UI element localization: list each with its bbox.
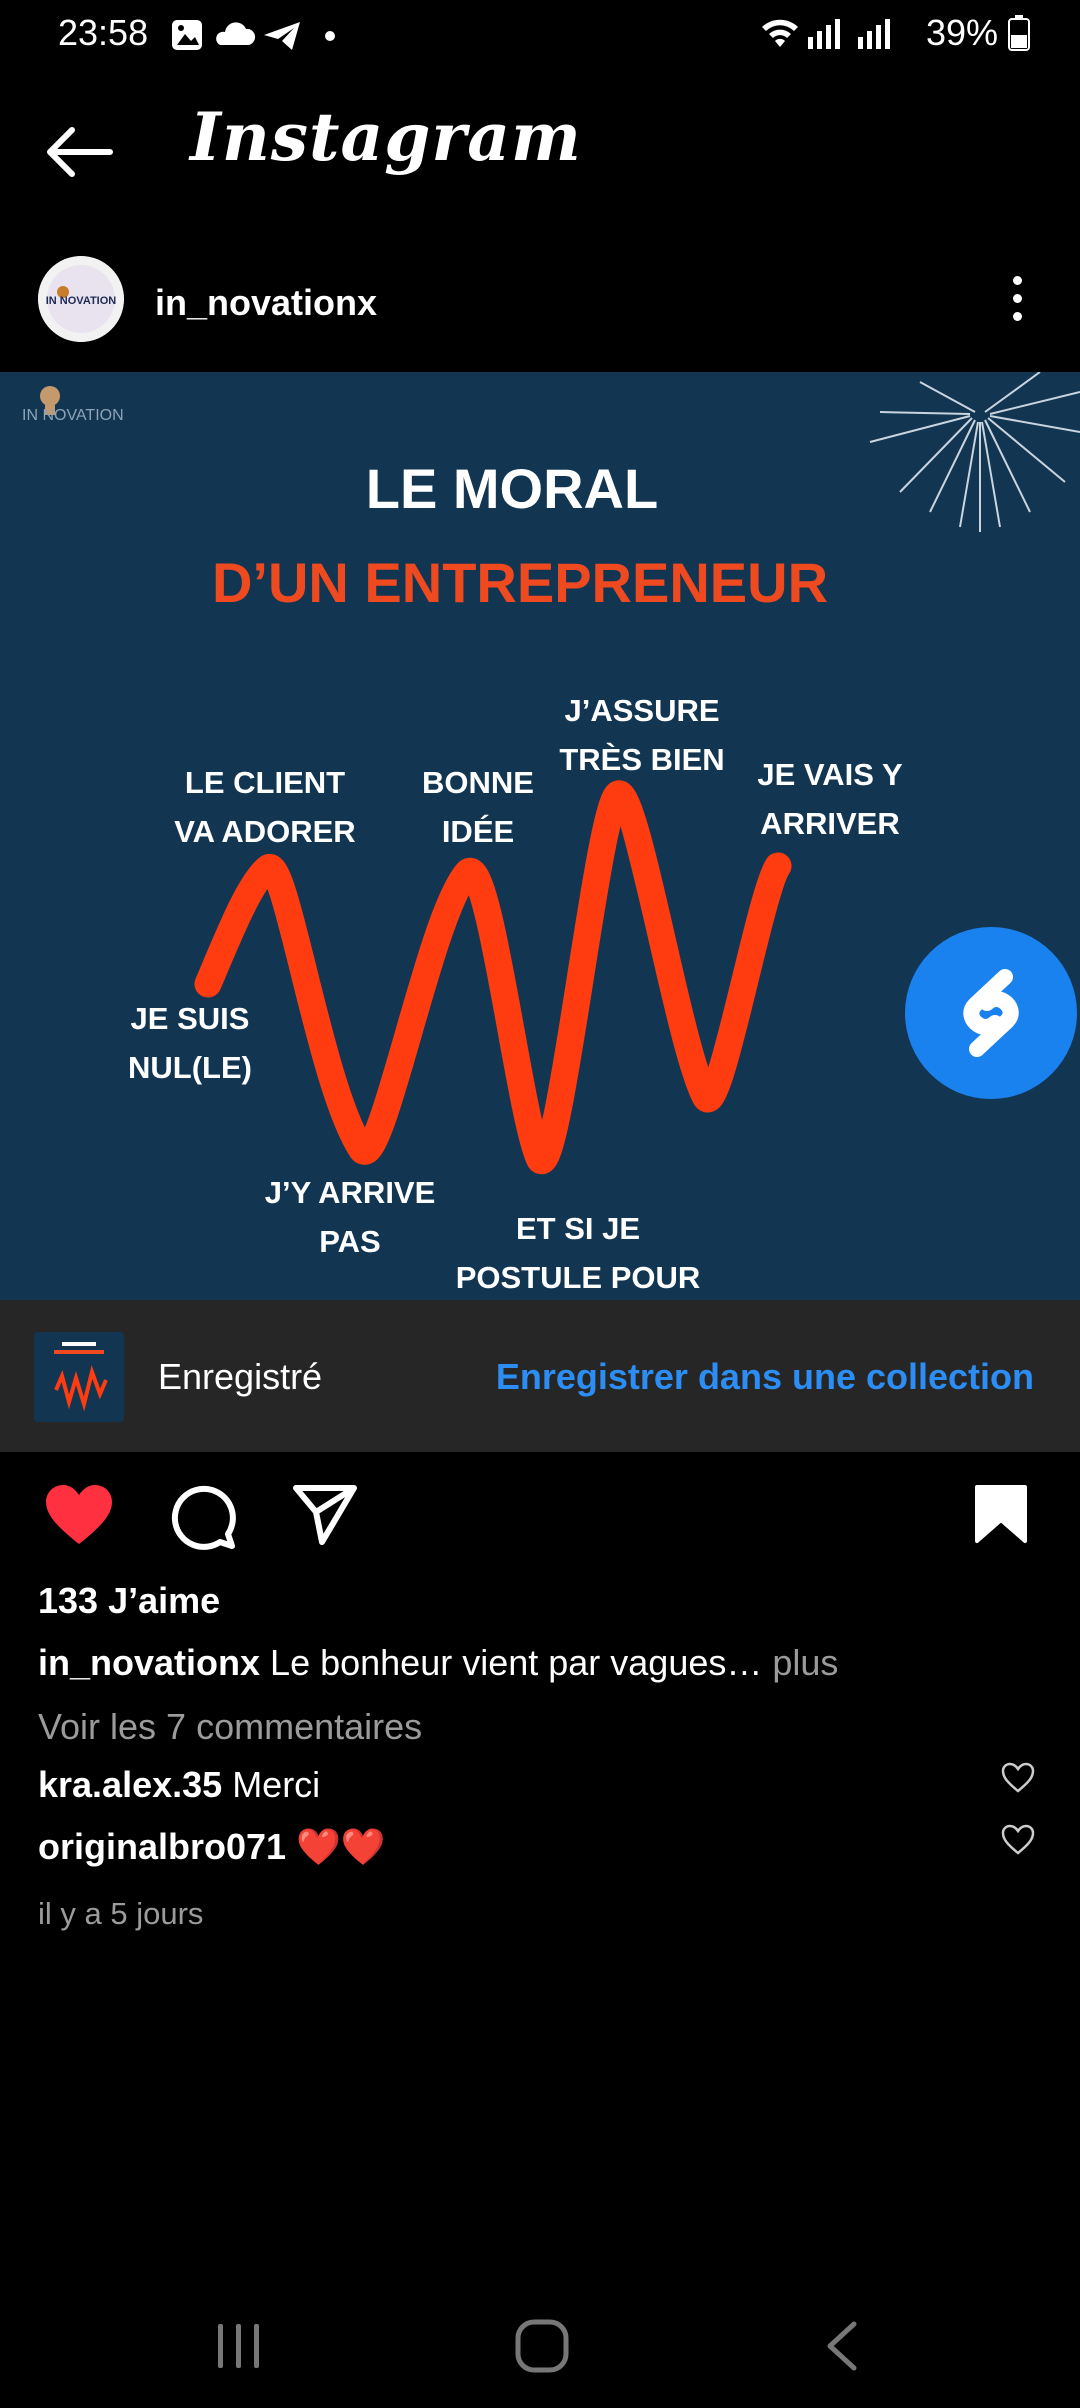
top-nav: Instagram	[0, 80, 1080, 220]
label-jassure: J’ASSURE TRÈS BIEN	[559, 693, 725, 777]
shazam-button[interactable]	[905, 927, 1077, 1099]
recent-apps-icon[interactable]	[214, 2320, 264, 2372]
system-back-icon[interactable]	[822, 2320, 862, 2372]
avatar[interactable]: IN NOVATION	[38, 256, 124, 342]
signal-icons	[761, 19, 890, 49]
post-time-ago: il y a 5 jours	[38, 1896, 204, 1931]
bookmark-saved-icon[interactable]	[974, 1484, 1028, 1544]
label-je-vais: JE VAIS Y ARRIVER	[757, 757, 903, 841]
post-username[interactable]: in_novationx	[155, 282, 377, 324]
saved-label: Enregistré	[158, 1356, 323, 1397]
saved-thumbnail	[34, 1332, 124, 1422]
battery-icon	[1008, 15, 1030, 51]
share-send-icon[interactable]	[292, 1484, 358, 1546]
shazam-icon	[963, 969, 1019, 1057]
battery-percent: 39%	[925, 12, 998, 53]
thumbnail-art	[34, 1332, 124, 1422]
comment-like-icon[interactable]	[1001, 1762, 1035, 1794]
comment-row: originalbro071 ❤️❤️	[38, 1826, 386, 1868]
home-icon[interactable]	[514, 2318, 570, 2374]
comment-username[interactable]: originalbro071	[38, 1826, 286, 1867]
save-to-collection-link[interactable]: Enregistrer dans une collection	[496, 1356, 1034, 1398]
status-right: 39%	[760, 12, 1030, 54]
caption-text: Le bonheur vient par vagues…	[270, 1642, 763, 1683]
like-heart-icon[interactable]	[44, 1484, 114, 1546]
post-image[interactable]: IN NOVATION LE MORAL D’UN ENTREPRENEUR L…	[0, 372, 1080, 1300]
label-je-suis: JE SUIS NUL(LE)	[128, 1001, 252, 1085]
saved-bar: Enregistré Enregistrer dans une collecti…	[0, 1300, 1080, 1452]
back-arrow-icon[interactable]	[42, 122, 114, 182]
status-time: 23:58	[58, 12, 149, 53]
caption-username[interactable]: in_novationx	[38, 1642, 260, 1683]
avatar-logo: IN NOVATION	[38, 256, 124, 342]
caption: in_novationx Le bonheur vient par vagues…	[38, 1642, 838, 1684]
comment-text: Merci	[232, 1764, 321, 1805]
svg-text:IN NOVATION: IN NOVATION	[46, 295, 117, 307]
label-et-si-je: ET SI JE POSTULE POUR	[455, 1211, 701, 1295]
caption-more-link[interactable]: plus	[772, 1642, 838, 1683]
system-nav-bar	[0, 2290, 1080, 2408]
label-jy-arrive: J’Y ARRIVE PAS	[264, 1175, 436, 1259]
comment-like-icon[interactable]	[1001, 1824, 1035, 1856]
more-options-icon[interactable]	[1005, 276, 1029, 326]
comment-text: ❤️❤️	[296, 1826, 386, 1867]
comment-icon[interactable]	[170, 1484, 236, 1550]
label-le-client: LE CLIENT VA ADORER	[174, 765, 356, 849]
comment-username[interactable]: kra.alex.35	[38, 1764, 222, 1805]
comment-row: kra.alex.35 Merci	[38, 1764, 320, 1806]
likes-count[interactable]: 133 J’aime	[38, 1580, 220, 1622]
notification-icons	[172, 20, 335, 50]
status-bar: 23:58 39%	[0, 0, 1080, 70]
view-comments-link[interactable]: Voir les 7 commentaires	[38, 1706, 422, 1748]
instagram-logo: Instagram	[190, 98, 582, 176]
